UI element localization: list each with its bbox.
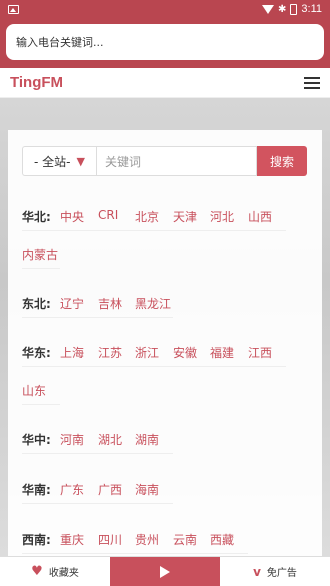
bottom-bar: ♥ 收藏夹 v 免广告 [0,556,330,586]
region-link[interactable]: 中央 [60,208,84,225]
region-link[interactable]: 广西 [98,481,122,498]
scope-select[interactable]: - 全站- ▼ [22,146,96,176]
bluetooth-icon: ✱ [278,3,287,15]
play-icon [160,565,170,578]
keyword-placeholder: 关键词 [105,154,142,169]
region-label: 华中: [22,433,51,447]
vimeo-icon: v [253,564,261,579]
search-input[interactable]: 输入电台关键词... [6,24,324,60]
adfree-label: 免广告 [266,568,297,579]
region-row: 华北: 中央 CRI 北京 天津 河北 山西内蒙古 [22,208,307,269]
brand-logo[interactable]: TingFM [10,74,304,91]
region-label: 华东: [22,346,51,360]
search-placeholder: 输入电台关键词... [16,36,104,49]
region-label: 东北: [22,297,51,311]
region-link[interactable]: 四川 [98,531,122,548]
region-link[interactable]: 海南 [135,481,159,498]
chevron-down-icon: ▼ [76,154,85,168]
wifi-icon [262,4,275,14]
region-link[interactable]: 辽宁 [60,295,84,312]
region-link[interactable]: 安徽 [173,344,197,361]
region-row: 东北: 辽宁 吉林 黑龙江 [22,295,307,335]
region-link[interactable]: 贵州 [135,531,159,548]
top-nav: TingFM [0,68,330,98]
region-label: 华北: [22,210,51,224]
region-link[interactable]: 广东 [60,481,84,498]
heart-icon: ♥ [31,564,43,579]
region-row: 华中: 河南 湖北 湖南 [22,431,307,471]
region-link[interactable]: 黑龙江 [135,295,171,312]
region-link[interactable]: CRI [98,208,118,222]
region-link[interactable]: 山东 [22,382,46,399]
favorites-label: 收藏夹 [48,568,79,579]
region-link[interactable]: 浙江 [135,344,159,361]
region-link[interactable]: 北京 [135,208,159,225]
row-divider [22,230,286,231]
region-label: 西南: [22,533,51,547]
region-link[interactable]: 河北 [210,208,234,225]
row-divider [22,404,60,405]
play-button[interactable] [110,557,220,586]
adfree-button[interactable]: v 免广告 [220,557,330,586]
region-label: 华南: [22,483,51,497]
region-link[interactable]: 江苏 [98,344,122,361]
region-link[interactable]: 西藏 [210,531,234,548]
region-row: 华南: 广东 广西 海南 [22,481,307,521]
region-link[interactable]: 内蒙古 [22,246,58,263]
region-link[interactable]: 天津 [173,208,197,225]
gallery-icon [8,4,19,14]
region-link[interactable]: 山西 [248,208,272,225]
region-link[interactable]: 河南 [60,431,84,448]
region-link[interactable]: 江西 [248,344,272,361]
row-divider [22,366,286,367]
status-bar: ✱ 3:11 [0,0,330,18]
search-button[interactable]: 搜索 [257,146,307,176]
region-link[interactable]: 上海 [60,344,84,361]
row-divider [22,317,173,318]
status-time: 3:11 [301,3,322,15]
row-divider [22,503,173,504]
row-divider [22,553,248,554]
region-link[interactable]: 重庆 [60,531,84,548]
keyword-input[interactable]: 关键词 [96,146,257,176]
battery-icon [290,3,298,15]
region-link[interactable]: 湖北 [98,431,122,448]
station-search-form: - 全站- ▼ 关键词 搜索 [22,146,307,176]
menu-icon[interactable] [304,76,320,89]
row-divider [22,268,60,269]
search-header: 输入电台关键词... [0,18,330,68]
region-link[interactable]: 福建 [210,344,234,361]
region-link[interactable]: 云南 [173,531,197,548]
row-divider [22,453,173,454]
region-row: 华东: 上海 江苏 浙江 安徽 福建 江西山东 [22,344,307,405]
scope-value: - 全站- [34,154,71,169]
favorites-button[interactable]: ♥ 收藏夹 [0,557,110,586]
region-link[interactable]: 湖南 [135,431,159,448]
region-link[interactable]: 吉林 [98,295,122,312]
